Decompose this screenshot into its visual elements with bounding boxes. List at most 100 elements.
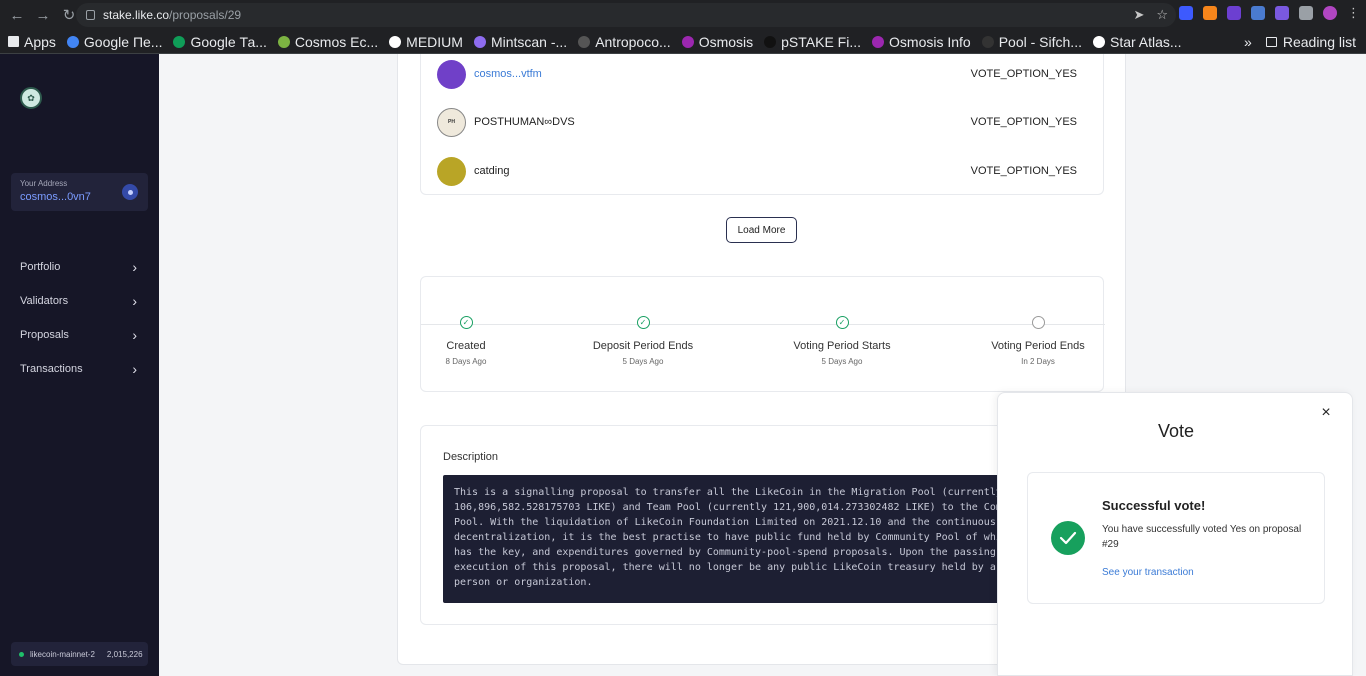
bookmark-item[interactable]: MEDIUM (389, 34, 463, 50)
voter-name: catding (474, 165, 510, 177)
forward-icon[interactable]: → (32, 4, 54, 26)
voter-name-link[interactable]: cosmos...vtfm (474, 68, 542, 80)
back-icon[interactable]: ← (6, 4, 28, 26)
star-icon[interactable]: ☆ (1156, 7, 1168, 23)
sidebar-item-transactions[interactable]: Transactions › (0, 352, 159, 386)
bookmark-label: Google Пе... (83, 33, 163, 50)
sidebar-item-label: Portfolio (20, 261, 61, 273)
step-time: 5 Days Ago (821, 357, 863, 366)
timeline-step: ✓ Voting Period Starts 5 Days Ago (782, 316, 902, 366)
vote-option: VOTE_OPTION_YES (970, 165, 1077, 177)
sidebar-item-label: Proposals (20, 329, 69, 341)
bookmark-item[interactable]: Osmosis Info (872, 34, 971, 50)
voter-avatar (437, 156, 466, 186)
bookmark-item[interactable]: pSTAKE Fi... (764, 34, 861, 50)
description-label: Description (443, 451, 499, 463)
success-check-icon (1051, 521, 1085, 555)
sidebar: ✿ Your Address cosmos...0vn7 Portfolio ›… (0, 54, 159, 676)
address-card[interactable]: Your Address cosmos...0vn7 (11, 173, 148, 211)
send-icon[interactable]: ➤ (1133, 7, 1144, 23)
puzzle-icon[interactable] (1299, 6, 1313, 20)
reading-list-button[interactable]: Reading list (1265, 34, 1356, 50)
step-time: In 2 Days (1021, 357, 1055, 366)
bookmark-label: Cosmos Ec... (294, 33, 379, 50)
browser-toolbar: ← → ↻ stake.like.co/proposals/29 ➤ ☆ ⋮ (0, 0, 1366, 30)
pending-circle-icon (1031, 316, 1045, 329)
bookmark-label: Antropoco... (595, 33, 671, 50)
voter-name: POSTHUMAN∞DVS (474, 116, 575, 128)
bookmarks-bar: Apps Google Пе... Google Та... Cosmos Ec...… (0, 30, 1366, 54)
bookmark-label: Google Та... (190, 33, 267, 50)
timeline-step: ✓ Created 8 Days Ago (406, 316, 526, 366)
check-icon: ✓ (835, 316, 849, 329)
dialog-title: Vote (1157, 421, 1195, 441)
bookmark-item[interactable]: Apps (8, 34, 56, 50)
vote-dialog: × Vote Successful vote! You have success… (997, 392, 1353, 676)
metamask-icon[interactable] (1203, 6, 1217, 20)
bookmark-label: Apps (24, 33, 56, 50)
online-status-icon (19, 651, 24, 657)
apps-grid-icon (8, 36, 19, 47)
voter-avatar: PH (437, 107, 466, 137)
timeline-step: Voting Period Ends In 2 Days (978, 316, 1098, 366)
success-title: Successful vote! (1102, 498, 1206, 513)
vote-row: cosmos...vtfm VOTE_OPTION_YES (437, 59, 1077, 89)
network-name: likecoin-mainnet-2 (30, 649, 95, 659)
chevron-right-icon: › (132, 293, 137, 309)
bookmark-item[interactable]: Pool - Sifch... (981, 33, 1082, 50)
load-more-button[interactable]: Load More (726, 217, 797, 243)
step-time: 5 Days Ago (622, 357, 664, 366)
bookmark-label: Mintscan -... (490, 33, 568, 50)
bookmark-item[interactable]: Antropoco... (578, 34, 671, 50)
transaction-link[interactable]: See your transaction (1102, 567, 1194, 578)
sidebar-item-validators[interactable]: Validators › (0, 284, 159, 318)
check-icon: ✓ (636, 316, 650, 329)
bookmark-favicon-icon (66, 35, 79, 48)
proposal-timeline: ✓ Created 8 Days Ago ✓ Deposit Period En… (420, 276, 1105, 392)
chevron-right-icon: › (132, 327, 137, 343)
vote-row: PH POSTHUMAN∞DVS VOTE_OPTION_YES (437, 107, 1077, 137)
bookmark-favicon-icon (872, 35, 885, 48)
account-icon[interactable] (122, 184, 138, 200)
extension-icon[interactable] (1227, 6, 1241, 20)
description-box: This is a signalling proposal to transfe… (443, 475, 1083, 603)
bookmark-favicon-icon (981, 35, 994, 48)
bookmark-item[interactable]: Google Та... (173, 33, 267, 50)
bookmark-item[interactable]: Cosmos Ec... (277, 33, 379, 50)
bookmark-label: Pool - Sifch... (998, 33, 1082, 50)
lock-icon (86, 10, 95, 20)
extension-icon[interactable] (1275, 6, 1289, 20)
voter-avatar (437, 59, 466, 89)
step-name: Voting Period Starts (793, 340, 891, 352)
description-text: This is a signalling proposal to transfe… (454, 487, 1002, 588)
vote-row: catding VOTE_OPTION_YES (437, 156, 1077, 186)
chevron-right-icon: › (132, 259, 137, 275)
bookmark-label: Osmosis (698, 33, 754, 50)
translate-icon[interactable] (1251, 6, 1265, 20)
bookmark-item[interactable]: Mintscan -... (473, 33, 568, 50)
bookmark-label: MEDIUM (406, 33, 463, 50)
bookmark-item[interactable]: Osmosis (681, 33, 754, 50)
vote-option: VOTE_OPTION_YES (970, 116, 1077, 128)
step-name: Voting Period Ends (991, 340, 1085, 352)
reading-list-icon (1265, 37, 1277, 47)
sidebar-item-portfolio[interactable]: Portfolio › (0, 250, 159, 284)
step-name: Created (446, 340, 486, 352)
reading-list-label: Reading list (1282, 34, 1356, 50)
success-card: Successful vote! You have successfully v… (1027, 472, 1325, 604)
network-status: likecoin-mainnet-2 2,015,226 (11, 642, 148, 666)
extension-icon[interactable] (1179, 6, 1193, 20)
bookmark-item[interactable]: Star Atlas... (1092, 34, 1182, 50)
close-icon[interactable]: × (1318, 404, 1334, 421)
sidebar-menu: Portfolio › Validators › Proposals › Tra… (0, 250, 159, 386)
bookmark-favicon-icon (277, 35, 290, 48)
likecoin-logo[interactable]: ✿ (20, 87, 42, 109)
sidebar-item-proposals[interactable]: Proposals › (0, 318, 159, 352)
profile-icon[interactable] (1323, 6, 1337, 20)
more-bookmarks-button[interactable]: » (1244, 34, 1252, 50)
success-message: You have successfully voted Yes on propo… (1102, 524, 1302, 550)
address-bar[interactable]: stake.like.co/proposals/29 ➤ ☆ (76, 3, 1176, 27)
bookmark-item[interactable]: Google Пе... (66, 33, 163, 50)
timeline-step: ✓ Deposit Period Ends 5 Days Ago (583, 316, 703, 366)
menu-dots-icon[interactable]: ⋮ (1347, 5, 1360, 21)
